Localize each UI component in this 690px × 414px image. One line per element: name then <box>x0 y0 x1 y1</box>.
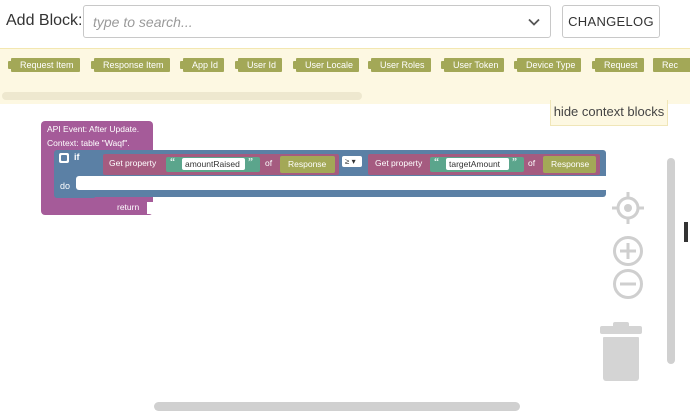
string-field-target-amount[interactable]: targetAmount <box>446 158 509 170</box>
return-label: return <box>117 202 140 212</box>
return-notch <box>147 202 153 214</box>
add-block-label: Add Block: <box>6 12 83 29</box>
block-search-input[interactable] <box>84 6 514 37</box>
context-block-app-id[interactable]: App Id <box>179 58 225 72</box>
open-quote-icon: “ <box>170 157 175 168</box>
response-block-left[interactable]: Response <box>280 156 335 173</box>
hide-context-blocks-button[interactable]: hide context blocks <box>550 100 668 126</box>
crosshair-icon[interactable] <box>611 191 645 225</box>
event-title: API Event: After Update. <box>47 124 140 134</box>
of-label-left: of <box>265 158 273 168</box>
context-blocks-bar: Request Item Response Item App Id User I… <box>0 48 690 104</box>
blockly-editor: Add Block: CHANGELOG Request Item Respon… <box>0 0 690 414</box>
workspace-horizontal-scrollbar[interactable] <box>154 402 520 411</box>
context-block-device-type[interactable]: Device Type <box>513 58 582 72</box>
context-block-response-item[interactable]: Response Item <box>91 58 170 72</box>
mutator-gear-icon[interactable] <box>59 153 69 163</box>
trash-lid <box>600 322 642 334</box>
context-block-truncated[interactable]: Rec <box>653 58 690 72</box>
workspace-vertical-scrollbar[interactable] <box>667 158 675 364</box>
string-field-amount-raised[interactable]: amountRaised <box>182 158 245 170</box>
changelog-button[interactable]: CHANGELOG <box>562 5 660 38</box>
event-context: Context: table "Waqf". <box>47 138 130 148</box>
get-property-label-right: Get property <box>375 158 423 168</box>
zoom-out-icon[interactable] <box>612 268 644 300</box>
context-block-request[interactable]: Request <box>592 58 644 72</box>
close-quote-icon: ” <box>512 157 517 168</box>
compare-operator-dropdown[interactable]: ≥ ▾ <box>342 156 362 167</box>
zoom-in-icon[interactable] <box>612 235 644 267</box>
do-label: do <box>60 181 71 191</box>
close-quote-icon: ” <box>248 157 253 168</box>
context-block-user-roles[interactable]: User Roles <box>368 58 431 72</box>
do-statement-slot[interactable] <box>76 176 606 190</box>
toolbar: Add Block: CHANGELOG <box>0 0 690 44</box>
context-block-user-id[interactable]: User Id <box>234 58 283 72</box>
trash-body <box>603 337 639 381</box>
context-block-user-locale[interactable]: User Locale <box>292 58 360 72</box>
page-scrollbar-thumb[interactable] <box>684 222 688 242</box>
open-quote-icon: “ <box>434 157 439 168</box>
response-block-right[interactable]: Response <box>543 156 596 173</box>
if-block-bottom <box>54 190 96 198</box>
context-bar-scrollbar[interactable] <box>2 92 362 100</box>
get-property-label-left: Get property <box>109 158 157 168</box>
context-block-user-token[interactable]: User Token <box>440 58 505 72</box>
chevron-down-icon[interactable] <box>528 16 540 28</box>
context-block-request-item[interactable]: Request Item <box>8 58 80 72</box>
if-label: if <box>74 152 80 162</box>
block-search-combobox[interactable] <box>83 5 551 38</box>
of-label-right: of <box>528 158 536 168</box>
